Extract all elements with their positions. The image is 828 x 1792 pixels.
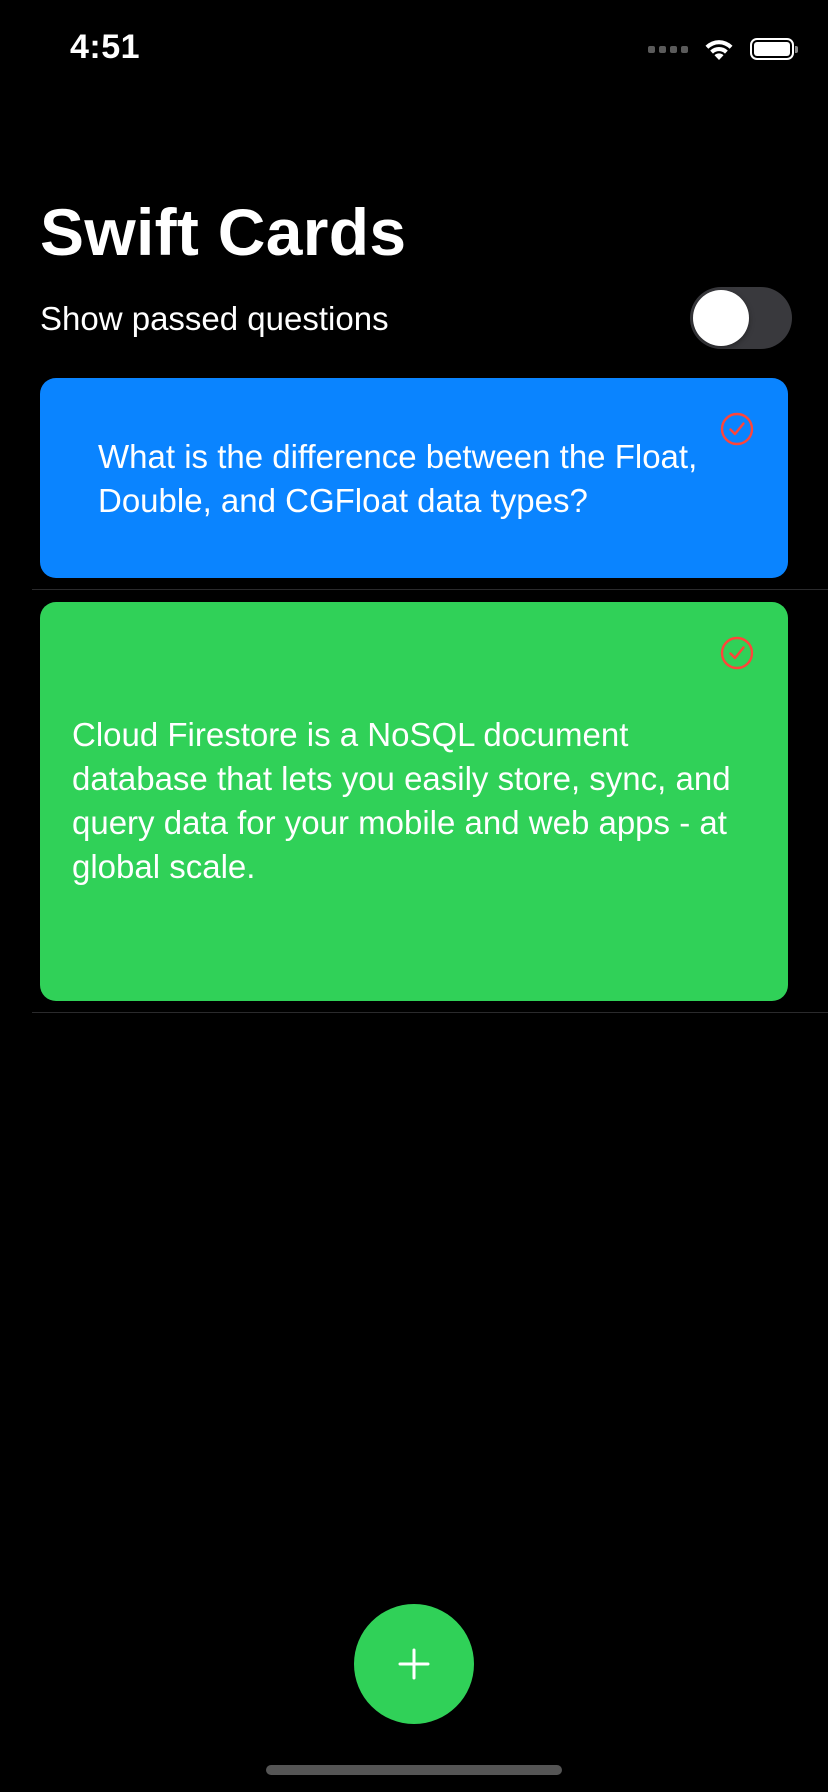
cellular-signal-icon <box>648 45 688 53</box>
plus-icon <box>398 1648 430 1680</box>
row-divider <box>32 589 828 590</box>
battery-icon <box>750 38 798 60</box>
question-card[interactable]: What is the difference between the Float… <box>40 378 788 578</box>
add-card-button[interactable] <box>354 1604 474 1724</box>
answer-card[interactable]: Cloud Firestore is a NoSQL document data… <box>40 602 788 1001</box>
card-text: Cloud Firestore is a NoSQL document data… <box>72 716 731 885</box>
toggle-knob <box>693 290 749 346</box>
show-passed-toggle[interactable] <box>690 287 792 349</box>
row-divider <box>32 1012 828 1013</box>
status-icons <box>648 34 798 64</box>
page-title: Swift Cards <box>40 195 407 269</box>
card-text: What is the difference between the Float… <box>98 438 698 519</box>
status-time: 4:51 <box>70 28 141 66</box>
checkmark-circle-icon[interactable] <box>720 636 754 670</box>
show-passed-label: Show passed questions <box>40 300 389 337</box>
wifi-icon <box>705 40 733 60</box>
home-indicator[interactable] <box>266 1765 562 1775</box>
